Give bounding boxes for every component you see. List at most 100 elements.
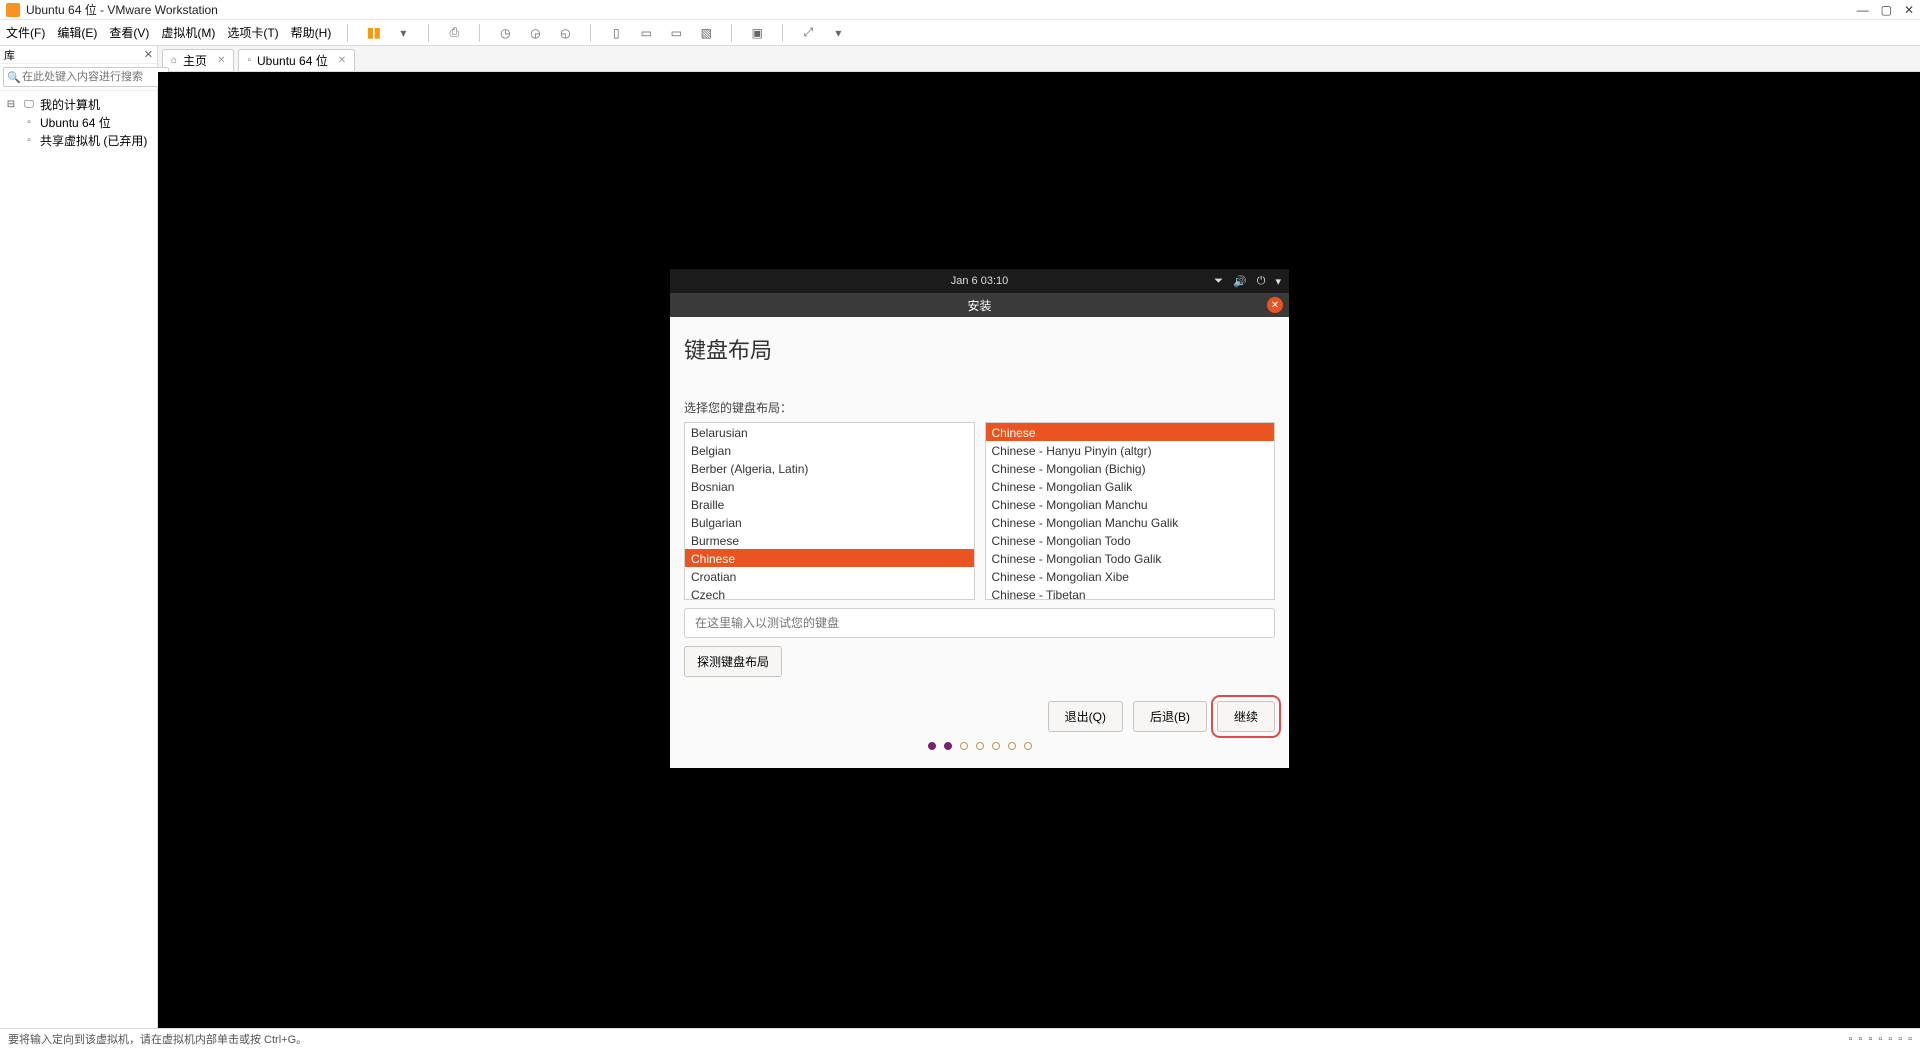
send-ctrlaltdel-icon[interactable]: ⎙ xyxy=(445,24,463,42)
dot xyxy=(928,742,936,750)
choose-label: 选择您的键盘布局： xyxy=(684,399,1275,416)
tree-item-label: 共享虚拟机 (已弃用) xyxy=(40,132,147,149)
chevron-down-icon[interactable]: ▾ xyxy=(1275,275,1281,288)
library-tree: ⊟ 🖵 我的计算机 ▫ Ubuntu 64 位 ▫ 共享虚拟机 (已弃用) xyxy=(0,91,157,153)
status-icon[interactable]: ▫ xyxy=(1908,1033,1912,1045)
detect-layout-button[interactable]: 探测键盘布局 xyxy=(684,646,782,677)
volume-icon[interactable]: 🔊 xyxy=(1233,275,1247,288)
list-item[interactable]: Bosnian xyxy=(685,477,974,495)
menu-file[interactable]: 文件(F) xyxy=(6,24,45,41)
page-heading: 键盘布局 xyxy=(684,333,1275,365)
close-tab-icon[interactable]: ✕ xyxy=(217,55,225,66)
ubuntu-installer-window: Jan 6 03:10 ⏷ 🔊 ⏻ ▾ 安装 ✕ 键盘布局 选择您的键盘布局： xyxy=(670,269,1289,768)
status-icon[interactable]: ▫ xyxy=(1849,1033,1853,1045)
tree-item-ubuntu[interactable]: ▫ Ubuntu 64 位 xyxy=(0,113,157,131)
list-item[interactable]: Chinese - Mongolian Manchu xyxy=(986,495,1275,513)
list-item[interactable]: Berber (Algeria, Latin) xyxy=(685,459,974,477)
quit-button[interactable]: 退出(Q) xyxy=(1048,701,1123,732)
menu-vm[interactable]: 虚拟机(M) xyxy=(161,24,215,41)
tab-home[interactable]: ⌂ 主页 ✕ xyxy=(162,49,234,71)
separator xyxy=(479,24,480,42)
close-button[interactable]: ✕ xyxy=(1904,3,1914,17)
network-icon[interactable]: ⏷ xyxy=(1214,275,1223,288)
snapshot-revert-icon[interactable]: ◵ xyxy=(556,24,574,42)
minimize-button[interactable]: — xyxy=(1857,3,1869,17)
list-item[interactable]: Chinese - Tibetan xyxy=(986,585,1275,600)
statusbar: 要将输入定向到该虚拟机，请在虚拟机内部单击或按 Ctrl+G。 ▫ ▫ ▫ ▫ … xyxy=(0,1028,1920,1048)
menu-edit[interactable]: 编辑(E) xyxy=(57,24,97,41)
power-icon[interactable]: ⏻ xyxy=(1257,275,1266,288)
library-sidebar: 库 ✕ 🔍 ▾ ⊟ 🖵 我的计算机 ▫ Ubuntu 64 位 ▫ 共享虚拟机 … xyxy=(0,46,158,1028)
computer-icon: 🖵 xyxy=(22,99,36,110)
sidebar-close-icon[interactable]: ✕ xyxy=(144,48,153,61)
library-search-input[interactable] xyxy=(3,67,169,87)
snapshot-icon[interactable]: ◷ xyxy=(496,24,514,42)
vmware-titlebar: Ubuntu 64 位 - VMware Workstation — ▢ ✕ xyxy=(0,0,1920,20)
status-icon[interactable]: ▫ xyxy=(1859,1033,1863,1045)
menu-help[interactable]: 帮助(H) xyxy=(291,24,332,41)
list-item[interactable]: Bulgarian xyxy=(685,513,974,531)
status-icon[interactable]: ▫ xyxy=(1878,1033,1882,1045)
maximize-button[interactable]: ▢ xyxy=(1881,3,1892,17)
list-item[interactable]: Chinese - Hanyu Pinyin (altgr) xyxy=(986,441,1275,459)
menu-view[interactable]: 查看(V) xyxy=(109,24,149,41)
keyboard-test-input[interactable] xyxy=(684,608,1275,638)
status-icon[interactable]: ▫ xyxy=(1868,1033,1872,1045)
menu-tabs[interactable]: 选项卡(T) xyxy=(227,24,278,41)
dot xyxy=(1024,742,1032,750)
status-icon[interactable]: ▫ xyxy=(1888,1033,1892,1045)
ubuntu-clock: Jan 6 03:10 xyxy=(951,275,1009,287)
dot xyxy=(976,742,984,750)
list-item[interactable]: Chinese - Mongolian Manchu Galik xyxy=(986,513,1275,531)
dropdown-icon[interactable]: ▾ xyxy=(394,24,412,42)
layout-language-list[interactable]: BelarusianBelgianBerber (Algeria, Latin)… xyxy=(684,422,975,600)
stretch-icon[interactable]: ⤢ xyxy=(799,24,817,42)
tab-ubuntu-label: Ubuntu 64 位 xyxy=(257,52,328,69)
tab-ubuntu[interactable]: ▫ Ubuntu 64 位 ✕ xyxy=(238,49,355,71)
dot xyxy=(1008,742,1016,750)
pause-icon[interactable]: ▮▮ xyxy=(364,24,382,42)
list-item[interactable]: Chinese xyxy=(685,549,974,567)
shared-icon: ▫ xyxy=(22,135,36,146)
list-item[interactable]: Belarusian xyxy=(685,423,974,441)
view-split-icon[interactable]: ▭ xyxy=(637,24,655,42)
list-item[interactable]: Braille xyxy=(685,495,974,513)
status-icon[interactable]: ▫ xyxy=(1898,1033,1902,1045)
progress-dots xyxy=(684,732,1275,756)
list-item[interactable]: Chinese - Mongolian Xibe xyxy=(986,567,1275,585)
list-item[interactable]: Chinese - Mongolian Todo Galik xyxy=(986,549,1275,567)
vm-icon: ▫ xyxy=(22,117,36,128)
installer-titlebar: 安装 ✕ xyxy=(670,293,1289,317)
snapshot-manage-icon[interactable]: ◶ xyxy=(526,24,544,42)
home-icon: ⌂ xyxy=(171,55,177,66)
dot xyxy=(992,742,1000,750)
view-thumb-icon[interactable]: ▭ xyxy=(667,24,685,42)
list-item[interactable]: Croatian xyxy=(685,567,974,585)
separator xyxy=(590,24,591,42)
tree-item-label: Ubuntu 64 位 xyxy=(40,114,111,131)
search-icon: 🔍 xyxy=(7,71,21,84)
status-text: 要将输入定向到该虚拟机，请在虚拟机内部单击或按 Ctrl+G。 xyxy=(8,1031,307,1047)
close-tab-icon[interactable]: ✕ xyxy=(338,55,346,66)
list-item[interactable]: Chinese - Mongolian Galik xyxy=(986,477,1275,495)
list-item[interactable]: Burmese xyxy=(685,531,974,549)
back-button[interactable]: 后退(B) xyxy=(1133,701,1207,732)
view-unity-icon[interactable]: ▧ xyxy=(697,24,715,42)
list-item[interactable]: Chinese - Mongolian Todo xyxy=(986,531,1275,549)
list-item[interactable]: Czech xyxy=(685,585,974,600)
tree-item-shared[interactable]: ▫ 共享虚拟机 (已弃用) xyxy=(0,131,157,149)
installer-close-icon[interactable]: ✕ xyxy=(1267,297,1283,313)
dropdown-icon[interactable]: ▾ xyxy=(829,24,847,42)
collapse-icon: ⊟ xyxy=(4,99,18,110)
tree-root[interactable]: ⊟ 🖵 我的计算机 xyxy=(0,95,157,113)
list-item[interactable]: Belgian xyxy=(685,441,974,459)
tree-root-label: 我的计算机 xyxy=(40,96,100,113)
view-single-icon[interactable]: ▯ xyxy=(607,24,625,42)
list-item[interactable]: Chinese - Mongolian (Bichig) xyxy=(986,459,1275,477)
layout-variant-list[interactable]: ChineseChinese - Hanyu Pinyin (altgr)Chi… xyxy=(985,422,1276,600)
continue-button[interactable]: 继续 xyxy=(1217,701,1275,732)
fullscreen-icon[interactable]: ▣ xyxy=(748,24,766,42)
vm-display[interactable]: Jan 6 03:10 ⏷ 🔊 ⏻ ▾ 安装 ✕ 键盘布局 选择您的键盘布局： xyxy=(158,72,1920,1028)
list-item[interactable]: Chinese xyxy=(986,423,1275,441)
separator xyxy=(782,24,783,42)
